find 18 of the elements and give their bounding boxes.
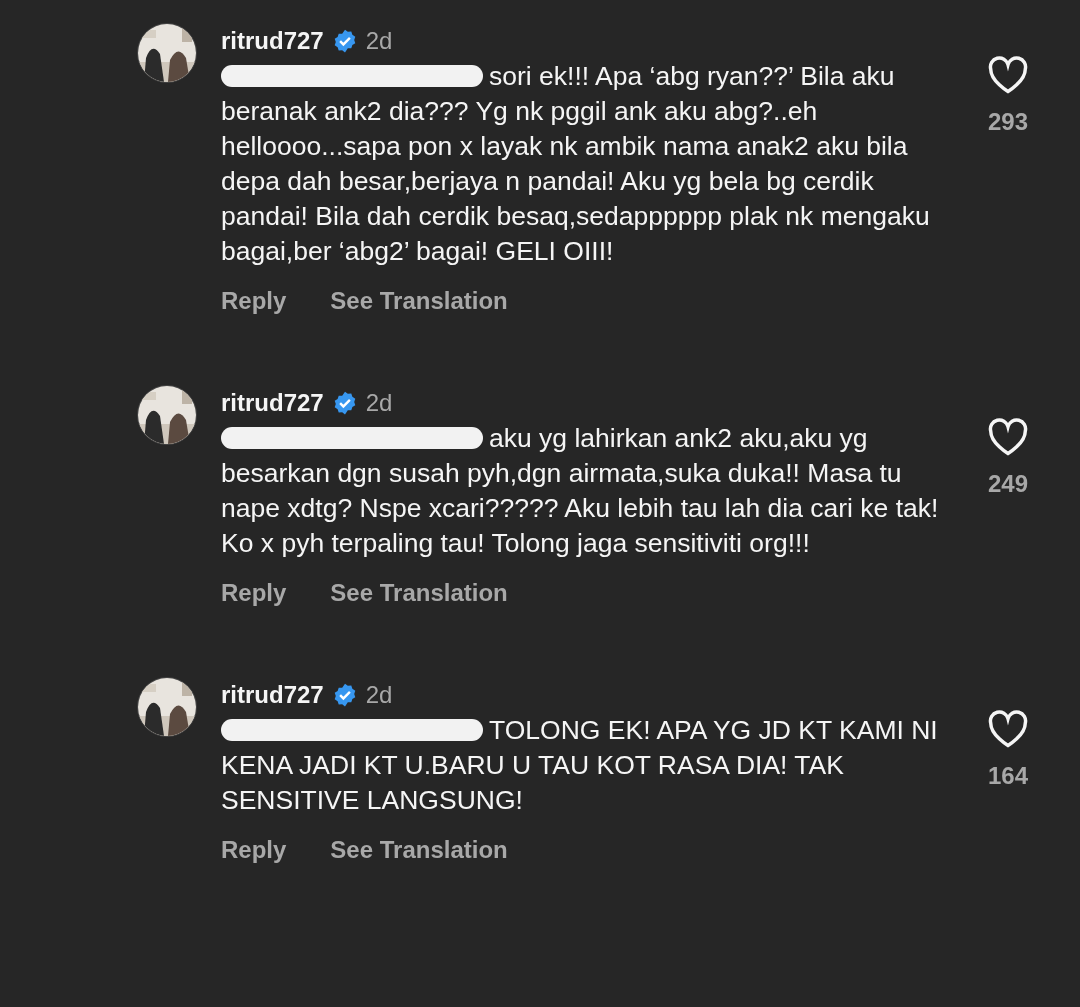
reply-button[interactable]: Reply — [221, 287, 287, 315]
comment-text: TOLONG EK! APA YG JD KT KAMI NI KENA JADI KT U.BARU U TAU KOT RASA DIA! TAK SENSITIVE LANGSUNG! — [221, 714, 939, 817]
username[interactable]: ritrud727 — [221, 389, 324, 417]
reply-button[interactable]: Reply — [221, 836, 287, 864]
like-count: 293 — [987, 108, 1028, 136]
username[interactable]: ritrud727 — [221, 681, 324, 709]
comment-text: sori ek!!! Apa ‘abg ryan??’ Bila aku beranak ank2 dia??? Yg nk pggil ank aku abg?..eh helloooo...sapa pon x layak nk ambik nama anak2 aku bila depa dah besar,berjaya n pandai! Aku yg bela bg cerdik pandai! Bila dah cerdik besaq,sedapppppp plak nk mengaku bagai,ber ‘abg2’ bagai! GELI OIII! — [221, 60, 931, 268]
like-count: 249 — [987, 470, 1028, 498]
comment-text: aku yg lahirkan ank2 aku,aku yg besarkan dgn susah pyh,dgn airmata,suka duka!! Masa tu nape xdtg? Nspe xcari????? Aku lebih tau lah dia cari ke tak! Ko x pyh terpaling tau! Tolong jaga sensitiviti org!!! — [221, 422, 940, 560]
like-count: 164 — [987, 762, 1028, 790]
see-translation-button[interactable]: See Translation — [330, 836, 508, 864]
comment-time: 2d — [365, 389, 393, 417]
see-translation-button[interactable]: See Translation — [330, 287, 508, 315]
comment-time: 2d — [365, 681, 393, 709]
username[interactable]: ritrud727 — [221, 27, 324, 55]
reply-button[interactable]: Reply — [221, 579, 287, 607]
see-translation-button[interactable]: See Translation — [330, 579, 508, 607]
comment-time: 2d — [365, 27, 393, 55]
